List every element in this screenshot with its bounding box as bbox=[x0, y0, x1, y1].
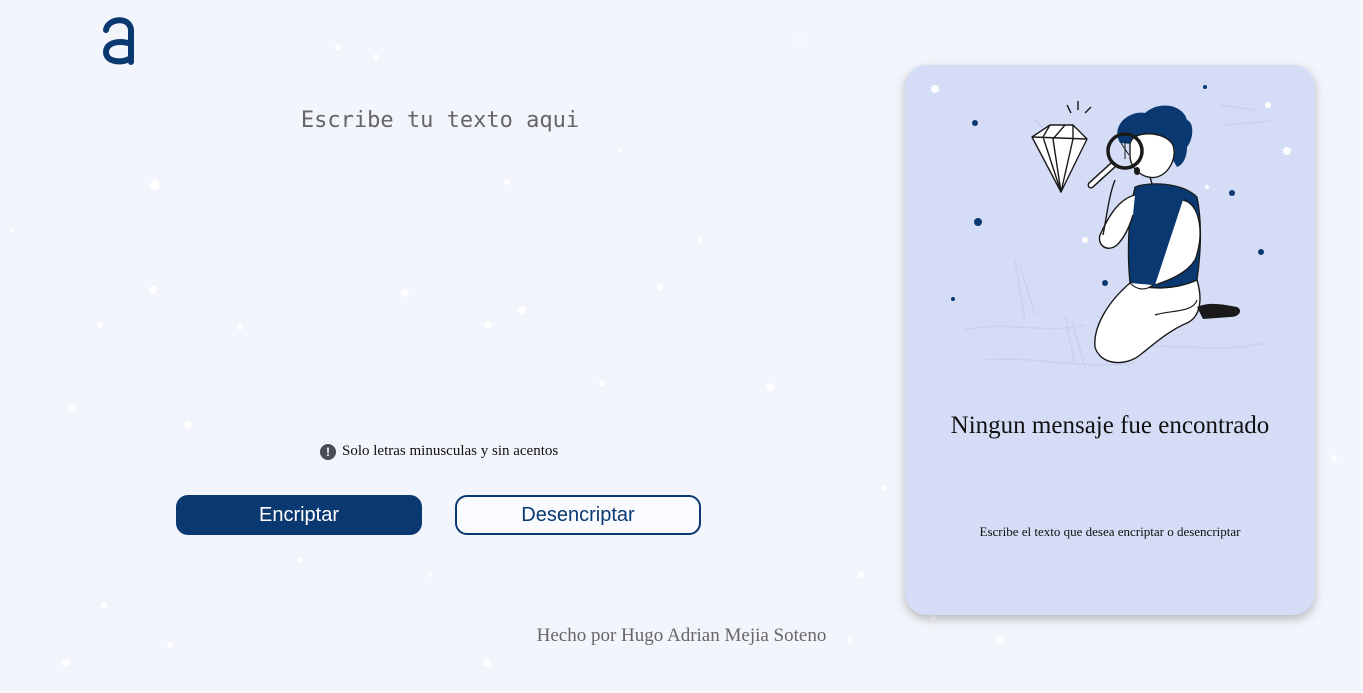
exclamation-circle-icon: ! bbox=[320, 443, 336, 460]
decrypt-button[interactable]: Desencriptar bbox=[455, 495, 701, 535]
result-title: Ningun mensaje fue encontrado bbox=[950, 412, 1270, 439]
result-subtitle: Escribe el texto que desea encriptar o d… bbox=[979, 524, 1241, 539]
hint-text: Solo letras minusculas y sin acentos bbox=[342, 443, 559, 459]
result-panel: Ningun mensaje fue encontrado Escribe el… bbox=[905, 65, 1315, 615]
app-page: ! Solo letras minusculas y sin acentos E… bbox=[0, 0, 1363, 693]
footer-credit: Hecho por Hugo Adrian Mejia Soteno bbox=[536, 625, 827, 646]
logo-icon[interactable] bbox=[100, 14, 138, 66]
input-hint: ! Solo letras minusculas y sin acentos bbox=[320, 443, 558, 460]
message-input[interactable] bbox=[170, 108, 710, 408]
encrypt-button[interactable]: Encriptar bbox=[176, 495, 422, 535]
person-with-magnifying-glass-icon bbox=[931, 85, 1291, 369]
